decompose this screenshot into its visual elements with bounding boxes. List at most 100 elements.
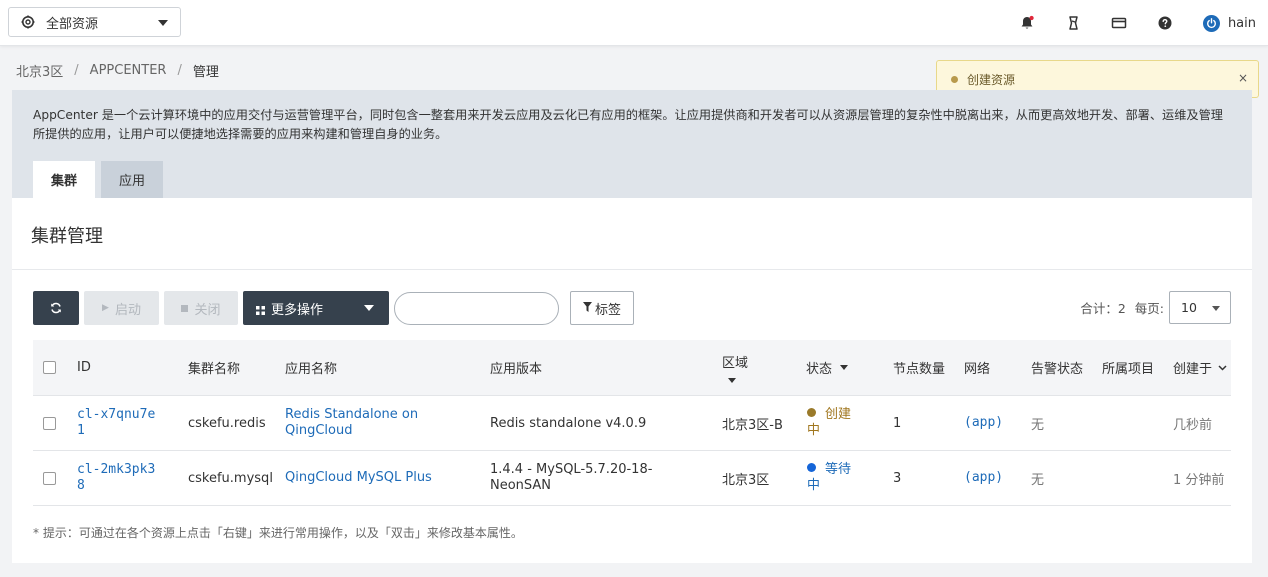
per-page-select[interactable]: 10: [1169, 291, 1231, 324]
created-time: 几秒前: [1173, 417, 1213, 433]
more-actions-label: 更多操作: [271, 302, 324, 318]
col-region[interactable]: 区域: [722, 340, 748, 395]
cluster-id-line: cl-x7qnu7e: [77, 407, 156, 422]
resource-select-value: 全部资源: [46, 16, 99, 32]
app-version-line: 1.4.4 - MySQL-5.7.20-18-: [490, 462, 653, 477]
breadcrumb-separator: /: [177, 63, 182, 78]
col-project: 所属项目: [1102, 362, 1155, 377]
alarm-status: 无: [1031, 472, 1045, 488]
user-menu[interactable]: hain: [1202, 14, 1256, 32]
resource-select[interactable]: 全部资源: [8, 7, 181, 37]
cluster-id-line: 8: [77, 478, 85, 493]
col-alarm: 告警状态: [1031, 362, 1084, 377]
alarm-status: 无: [1031, 417, 1045, 433]
app-name-link[interactable]: QingCloud MySQL Plus: [285, 451, 432, 505]
pagination-controls: 合计：2 每页: 10: [1080, 291, 1231, 324]
region: 北京3区: [722, 472, 770, 488]
chevron-down-icon: [728, 378, 736, 383]
col-created[interactable]: 创建于: [1173, 340, 1227, 395]
col-network: 网络: [964, 362, 991, 377]
status-badge: 创建 中: [807, 396, 851, 450]
power-icon: [1202, 14, 1220, 32]
cluster-id-link[interactable]: cl-x7qnu7e 1: [77, 396, 155, 450]
region: 北京3区-B: [722, 417, 783, 433]
gear-icon: [21, 15, 35, 29]
status-text: 创建: [825, 407, 852, 422]
tab-bar: 集群 应用: [33, 161, 169, 198]
cluster-name: cskefu.redis: [188, 415, 266, 431]
stop-icon: [181, 304, 189, 312]
page-title: 集群管理: [31, 226, 103, 247]
app-version: Redis standalone v4.0.9: [490, 415, 647, 431]
total-count: 合计：2: [1080, 301, 1126, 316]
created-time: 1 分钟前: [1173, 472, 1225, 488]
chevron-down-icon: [158, 20, 168, 26]
per-page-label: 每页:: [1134, 301, 1164, 316]
col-status[interactable]: 状态: [806, 340, 849, 395]
status-dot: [807, 408, 816, 417]
grid-icon: [256, 304, 265, 315]
row-checkbox[interactable]: [43, 416, 56, 430]
refresh-button[interactable]: [33, 291, 79, 325]
search-input[interactable]: [394, 291, 559, 325]
network-link[interactable]: (app): [964, 396, 1003, 450]
tag-filter-button[interactable]: 标签: [570, 291, 634, 325]
breadcrumb-zone[interactable]: 北京3区: [16, 61, 63, 80]
app-name-link[interactable]: Redis Standalone on QingCloud: [285, 396, 418, 450]
top-bar: 全部资源 hain: [0, 0, 1268, 46]
username: hain: [1227, 15, 1256, 31]
cluster-management-panel: 集群管理 ▶ 启动 关闭 更多操作 标签 合计：2 每页: 10 ID 集群名称…: [12, 198, 1252, 563]
col-status-label: 状态: [806, 362, 833, 377]
help-icon[interactable]: [1157, 15, 1173, 31]
chevron-down-icon: [1212, 306, 1220, 311]
tag-icon[interactable]: [1065, 15, 1081, 31]
cluster-name: cskefu.mysql: [188, 470, 273, 486]
toast-close-button[interactable]: ×: [1238, 71, 1248, 85]
node-count: 3: [893, 470, 902, 486]
select-all-checkbox[interactable]: [43, 361, 56, 374]
table-header: ID 集群名称 应用名称 应用版本 区域 状态 节点数量 网络 告警状态 所属项…: [33, 340, 1231, 396]
table-row[interactable]: cl-2mk3pk3 8 cskefu.mysql QingCloud MySQ…: [33, 451, 1231, 506]
col-id: ID: [77, 360, 91, 375]
refresh-icon: [51, 302, 61, 314]
toolbar: ▶ 启动 关闭 更多操作 标签: [33, 291, 639, 325]
appcenter-description: AppCenter 是一个云计算环境中的应用交付与运营管理平台，同时包含一整套用…: [33, 108, 1223, 141]
start-button-label: 启动: [114, 302, 141, 318]
breadcrumb-current: 管理: [192, 65, 219, 80]
start-button[interactable]: ▶ 启动: [84, 291, 159, 325]
status-badge: 等待 中: [807, 451, 851, 505]
tab-apps[interactable]: 应用: [101, 161, 163, 198]
notification-bell-icon[interactable]: [1019, 15, 1035, 31]
usage-hint: * 提示：可通过在各个资源上点击「右键」来进行常用操作，以及「双击」来修改基本属…: [33, 526, 523, 540]
col-app-name: 应用名称: [285, 362, 338, 377]
more-actions-button[interactable]: 更多操作: [243, 291, 389, 325]
app-name-line: QingCloud: [285, 423, 353, 438]
cluster-id-link[interactable]: cl-2mk3pk3 8: [77, 451, 155, 505]
status-text: 中: [807, 478, 821, 493]
app-version: 1.4.4 - MySQL-5.7.20-18- NeonSAN: [490, 451, 652, 505]
node-count: 1: [893, 415, 902, 431]
filter-icon: [582, 301, 592, 316]
toast-message: 创建资源: [967, 72, 1016, 87]
per-page-value: 10: [1181, 300, 1197, 315]
app-version-line: NeonSAN: [490, 478, 552, 493]
stop-button[interactable]: 关闭: [164, 291, 238, 325]
col-created-label: 创建于: [1173, 362, 1213, 377]
status-dot: [807, 463, 816, 472]
cluster-id-line: cl-2mk3pk3: [77, 462, 156, 477]
billing-card-icon[interactable]: [1111, 15, 1127, 31]
table-row[interactable]: cl-x7qnu7e 1 cskefu.redis Redis Standalo…: [33, 396, 1231, 451]
network-link[interactable]: (app): [964, 451, 1003, 505]
play-icon: ▶: [102, 303, 109, 313]
intro-panel: AppCenter 是一个云计算环境中的应用交付与运营管理平台，同时包含一整套用…: [12, 90, 1252, 198]
divider: [12, 269, 1252, 270]
stop-button-label: 关闭: [194, 302, 221, 318]
status-text: 中: [807, 423, 821, 438]
row-checkbox[interactable]: [43, 471, 56, 485]
breadcrumb-appcenter[interactable]: APPCENTER: [90, 63, 167, 78]
col-cluster-name: 集群名称: [188, 362, 241, 377]
cluster-id-line: 1: [77, 423, 85, 438]
chevron-down-icon: [1218, 364, 1227, 371]
toast-status-dot: [951, 75, 958, 83]
tab-clusters[interactable]: 集群: [33, 161, 95, 198]
